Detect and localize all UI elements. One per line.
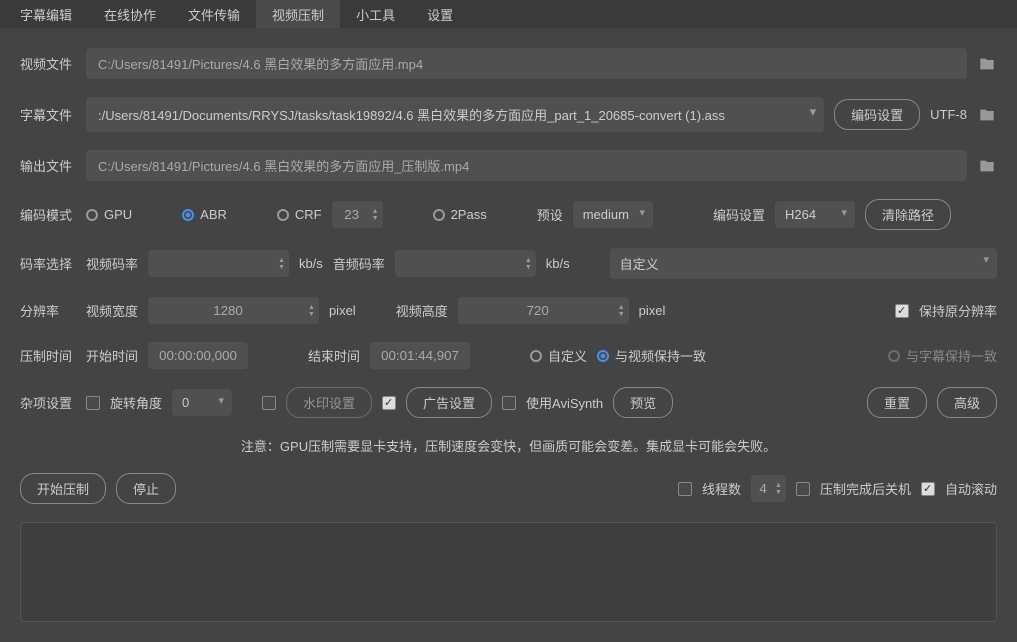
folder-icon-video[interactable] [977,56,997,72]
height-input[interactable]: ▲▼ [458,297,629,324]
tab-settings[interactable]: 设置 [411,0,469,28]
keep-resolution-checkbox[interactable] [895,304,909,318]
rotate-select[interactable]: 0 [172,389,232,416]
start-time-label: 开始时间 [86,346,138,365]
output-file-label: 输出文件 [20,156,76,175]
tab-file-transfer[interactable]: 文件传输 [172,0,256,28]
radio-sync-video[interactable]: 与视频保持一致 [597,346,706,365]
output-file-input[interactable] [86,150,967,181]
tab-subtitle-edit[interactable]: 字幕编辑 [4,0,88,28]
start-time-input[interactable] [148,342,248,369]
audio-bitrate-label: 音频码率 [333,254,385,273]
radio-abr[interactable]: ABR [182,207,227,222]
charset-label: UTF-8 [930,107,967,122]
subtitle-file-label: 字幕文件 [20,105,76,124]
encoding-setting-button[interactable]: 编码设置 [834,99,920,130]
pixel-unit-2: pixel [639,303,666,318]
preset-label: 预设 [537,205,563,224]
log-output [20,522,997,622]
preview-button[interactable]: 预览 [613,387,673,418]
tab-online-collab[interactable]: 在线协作 [88,0,172,28]
advanced-button[interactable]: 高级 [937,387,997,418]
threads-label: 线程数 [702,479,741,498]
bitrate-preset-select[interactable]: 自定义 [610,248,997,279]
video-height-label: 视频高度 [396,301,448,320]
gpu-notice: 注意：GPU压制需要显卡支持，压制速度会变快，但画质可能会变差。集成显卡可能会失… [20,436,997,455]
ad-checkbox[interactable] [382,396,396,410]
video-width-label: 视频宽度 [86,301,138,320]
codec-select[interactable]: H264 [775,201,855,228]
radio-sync-subtitle[interactable]: 与字幕保持一致 [888,346,997,365]
shutdown-label: 压制完成后关机 [820,479,911,498]
video-bitrate-label: 视频码率 [86,254,138,273]
width-input[interactable]: ▲▼ [148,297,319,324]
encode-setting-label: 编码设置 [713,205,765,224]
resolution-label: 分辨率 [20,301,76,320]
radio-gpu[interactable]: GPU [86,207,132,222]
clear-path-button[interactable]: 清除路径 [865,199,951,230]
encode-mode-label: 编码模式 [20,205,76,224]
avisynth-checkbox[interactable] [502,396,516,410]
autoscroll-label: 自动滚动 [945,479,997,498]
avisynth-label: 使用AviSynth [526,393,603,412]
main-tabs: 字幕编辑 在线协作 文件传输 视频压制 小工具 设置 [0,0,1017,28]
video-bitrate-input[interactable]: ▲▼ [148,250,289,277]
watermark-button[interactable]: 水印设置 [286,387,372,418]
subtitle-file-select[interactable]: :/Users/81491/Documents/RRYSJ/tasks/task… [86,97,824,132]
threads-input[interactable]: ▲▼ [751,475,786,502]
end-time-label: 结束时间 [308,346,360,365]
autoscroll-checkbox[interactable] [921,482,935,496]
pixel-unit-1: pixel [329,303,356,318]
shutdown-checkbox[interactable] [796,482,810,496]
radio-crf[interactable]: CRF [277,207,322,222]
folder-icon-subtitle[interactable] [977,107,997,123]
crf-spinner[interactable]: ▲▼ [332,201,383,228]
radio-time-custom[interactable]: 自定义 [530,346,587,365]
video-file-input[interactable] [86,48,967,79]
keep-resolution-label: 保持原分辨率 [919,301,997,320]
preset-select[interactable]: medium [573,201,653,228]
start-button[interactable]: 开始压制 [20,473,106,504]
tab-video-compress[interactable]: 视频压制 [256,0,340,28]
bitrate-select-label: 码率选择 [20,254,76,273]
ad-setting-button[interactable]: 广告设置 [406,387,492,418]
kbps-unit-2: kb/s [546,256,570,271]
tab-tools[interactable]: 小工具 [340,0,411,28]
stop-button[interactable]: 停止 [116,473,176,504]
threads-checkbox[interactable] [678,482,692,496]
folder-icon-output[interactable] [977,158,997,174]
rotate-checkbox[interactable] [86,396,100,410]
audio-bitrate-input[interactable]: ▲▼ [395,250,536,277]
video-file-label: 视频文件 [20,54,76,73]
radio-2pass[interactable]: 2Pass [433,207,487,222]
kbps-unit-1: kb/s [299,256,323,271]
misc-label: 杂项设置 [20,393,76,412]
chevron-up-icon[interactable]: ▲ [372,208,379,215]
watermark-checkbox[interactable] [262,396,276,410]
reset-button[interactable]: 重置 [867,387,927,418]
end-time-input[interactable] [370,342,470,369]
chevron-down-icon[interactable]: ▼ [372,215,379,222]
rotate-label: 旋转角度 [110,393,162,412]
compress-time-label: 压制时间 [20,346,76,365]
